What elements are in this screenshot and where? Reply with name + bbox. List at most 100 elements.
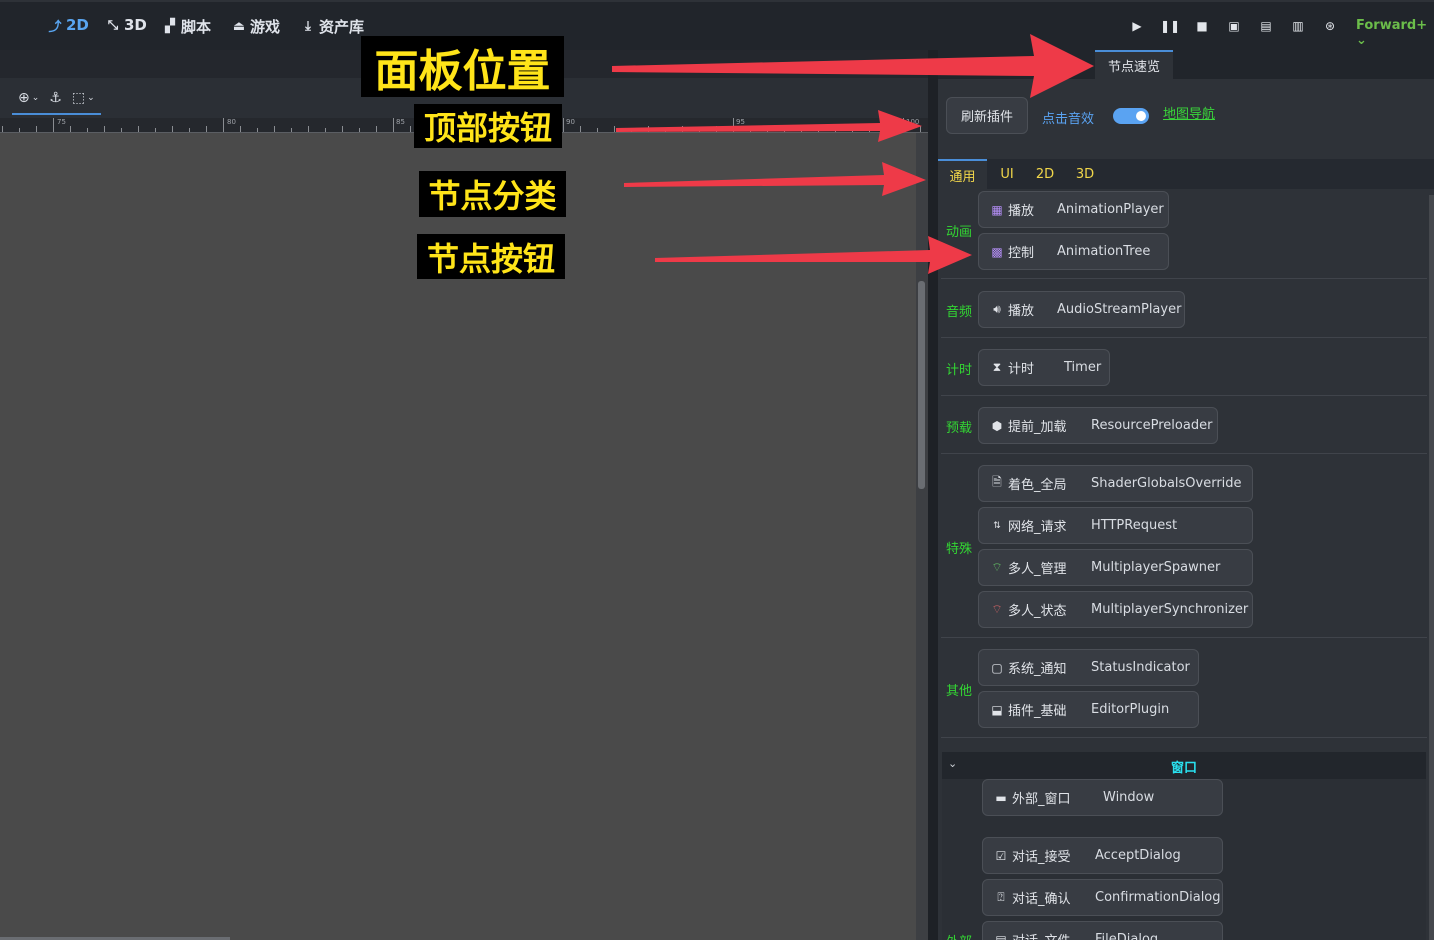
node-button-animation-tree[interactable]: ▩ 控制 AnimationTree: [978, 233, 1169, 270]
node-button-http-request[interactable]: ⇅ 网络_请求 HTTPRequest: [978, 507, 1253, 544]
tab-category-general[interactable]: 通用: [938, 159, 987, 189]
node-button-confirmation-dialog[interactable]: ⍰ 对话_确认 ConfirmationDialog: [982, 879, 1223, 916]
mode-game-button[interactable]: ⏏ 游戏: [232, 16, 280, 37]
animation-player-icon: ▦: [991, 202, 1003, 217]
play-icon[interactable]: ▶: [1129, 18, 1145, 34]
mode-asset-library-button[interactable]: ⤓ 资产库: [301, 16, 364, 37]
accept-dialog-icon: ☑: [995, 848, 1007, 863]
window-section-title: 窗口: [1170, 761, 1197, 776]
annotation-top-buttons: 顶部按钮: [414, 104, 562, 148]
animation-tree-icon: ▩: [991, 244, 1003, 259]
cube-icon: ⬢: [991, 418, 1003, 433]
ruler-tick: [920, 126, 921, 132]
panel-vertical-scrollbar[interactable]: [1429, 195, 1434, 940]
ruler-tick: [308, 126, 309, 132]
pause-icon[interactable]: ❚❚: [1160, 18, 1180, 34]
node-button-file-dialog[interactable]: ▤ 对话_文件 FileDialog: [982, 921, 1223, 940]
group-divider: [941, 453, 1427, 454]
group-label-audio: 音频: [946, 305, 973, 320]
category-tab-bar: 通用 UI 2D 3D: [938, 159, 1434, 189]
plugin-icon: ⬓: [991, 702, 1003, 717]
tab-category-ui[interactable]: UI: [992, 159, 1022, 189]
play-custom-scene-icon[interactable]: ▥: [1290, 18, 1306, 34]
viewport-vertical-scrollbar[interactable]: [916, 133, 928, 940]
map-navigation-link[interactable]: 地图导航: [1163, 103, 1215, 122]
confirm-dialog-icon: ⍰: [997, 890, 1005, 904]
ruler-tick: [359, 128, 360, 132]
mode-script-button[interactable]: ▞ 脚本: [163, 16, 211, 37]
play-scene-icon[interactable]: ▤: [1258, 18, 1274, 34]
wifi-icon: ⌔: [991, 560, 1003, 574]
ruler-tick: [784, 126, 785, 132]
ruler-tick: [291, 128, 292, 132]
scrollbar-thumb[interactable]: [918, 281, 925, 489]
movie-maker-icon[interactable]: ⊛: [1322, 18, 1338, 34]
refresh-plugin-button[interactable]: 刷新插件: [946, 97, 1028, 134]
ruler-tick: [733, 118, 734, 132]
node-button-multiplayer-synchronizer[interactable]: ⌔ 多人_状态 MultiplayerSynchronizer: [978, 591, 1253, 628]
ruler-tick: [716, 126, 717, 132]
click-sound-toggle[interactable]: [1113, 108, 1149, 124]
ruler-label: 95: [736, 118, 745, 126]
ruler-tick: [87, 128, 88, 132]
node-button-status-indicator[interactable]: ▢ 系统_通知 StatusIndicator: [978, 649, 1199, 686]
anchor-button[interactable]: ⚓: [49, 90, 62, 106]
dock-splitter[interactable]: [928, 50, 938, 940]
node-button-timer[interactable]: ⧗ 计时 Timer: [978, 349, 1110, 386]
tab-category-3d[interactable]: 3D: [1070, 159, 1100, 189]
ruler-tick: [172, 126, 173, 132]
node-button-multiplayer-spawner[interactable]: ⌔ 多人_管理 MultiplayerSpawner: [978, 549, 1253, 586]
asset-library-icon: ⤓: [305, 19, 311, 34]
mode-2d-button[interactable]: ⤴ 2D: [48, 16, 88, 35]
renderer-selector[interactable]: Forward+ ⌄: [1356, 18, 1434, 48]
grid-snap-button[interactable]: ⬚ ⌄: [72, 90, 95, 106]
node-button-shader-globals-override[interactable]: 🗎︎ 着色_全局 ShaderGlobalsOverride: [978, 465, 1253, 502]
group-label-external: 外部: [946, 931, 972, 940]
anchor-icon: ⚓: [49, 89, 62, 106]
ruler-tick: [121, 128, 122, 132]
ruler-tick: [206, 126, 207, 132]
ruler-label: 100: [906, 118, 920, 126]
ruler-label: 80: [227, 118, 236, 126]
http-icon: ⇅: [993, 520, 1001, 531]
ruler-tick: [563, 118, 564, 132]
top-bar: ⤴ 2D ⤡ 3D ▞ 脚本 ⏏ 游戏 ⤓ 资产库 ▶ ❚❚ ■ ▣ ▤ ▥ ⊛…: [0, 0, 1434, 50]
group-label-preload: 预载: [946, 421, 973, 436]
add-node-button[interactable]: ⊕ ⌄: [18, 90, 39, 106]
ruler-tick: [70, 126, 71, 132]
ruler-tick: [342, 126, 343, 132]
ruler-tick: [767, 128, 768, 132]
panel-tab-bar: 节点速览: [938, 50, 1434, 79]
node-button-window[interactable]: ▬ 外部_窗口 Window: [982, 779, 1223, 816]
grid-snap-icon: ⬚: [71, 89, 86, 106]
ruler-tick: [886, 126, 887, 132]
node-button-audio-stream-player[interactable]: 🔊︎ 播放 AudioStreamPlayer: [978, 291, 1185, 328]
annotation-node-categories: 节点分类: [419, 171, 566, 217]
file-dialog-icon: ▤: [995, 932, 1007, 940]
node-button-animation-player[interactable]: ▦ 播放 AnimationPlayer: [978, 191, 1169, 228]
window-section-body: ▬ 外部_窗口 Window ☑ 对话_接受 AcceptDialog ⍰ 对话…: [942, 779, 1426, 940]
2d-icon: ⤴: [48, 19, 62, 35]
ruler-tick: [665, 128, 666, 132]
window-section-header[interactable]: ⌄ 窗口: [942, 752, 1426, 779]
group-divider: [941, 337, 1427, 338]
remote-debug-icon[interactable]: ▣: [1226, 18, 1242, 34]
ruler-tick: [750, 126, 751, 132]
node-overview-panel: 刷新插件 点击音效 地图导航 通用 UI 2D 3D 动画 ▦ 播放 Anima…: [938, 79, 1434, 940]
game-icon: ⏏: [232, 19, 246, 34]
node-button-accept-dialog[interactable]: ☑ 对话_接受 AcceptDialog: [982, 837, 1223, 874]
tab-category-2d[interactable]: 2D: [1030, 159, 1060, 189]
node-button-editor-plugin[interactable]: ⬓ 插件_基础 EditorPlugin: [978, 691, 1199, 728]
ruler-tick: [903, 118, 904, 132]
node-button-resource-preloader[interactable]: ⬢ 提前_加载 ResourcePreloader: [978, 407, 1218, 444]
tab-node-overview[interactable]: 节点速览: [1095, 50, 1173, 79]
mode-3d-button[interactable]: ⤡ 3D: [106, 16, 147, 34]
group-label-timer: 计时: [946, 363, 973, 378]
group-label-animation: 动画: [946, 225, 973, 240]
ruler-tick: [325, 128, 326, 132]
group-divider: [941, 637, 1427, 638]
ruler-tick: [155, 128, 156, 132]
ruler-tick: [240, 126, 241, 132]
ruler-tick: [376, 126, 377, 132]
stop-icon[interactable]: ■: [1194, 18, 1210, 34]
